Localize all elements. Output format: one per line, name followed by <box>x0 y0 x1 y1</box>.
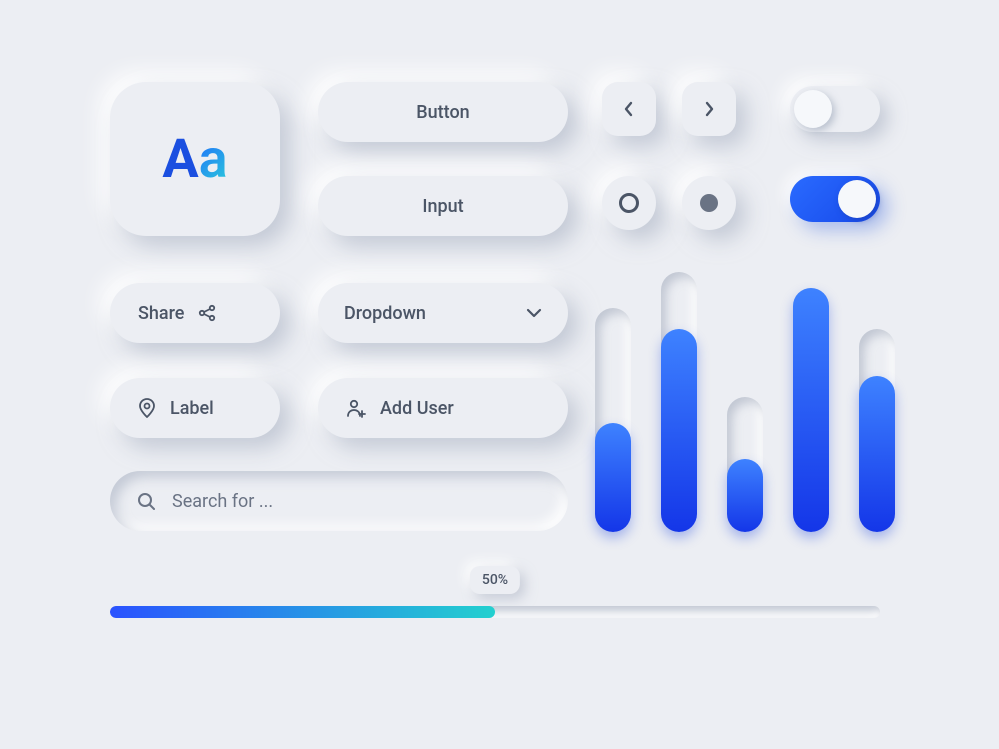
progress-fill <box>110 606 495 618</box>
input-button-label: Input <box>422 196 463 217</box>
dropdown-button[interactable]: Dropdown <box>318 283 568 343</box>
radio-selected[interactable] <box>682 176 736 230</box>
toggle-knob <box>794 90 832 128</box>
progress-bar[interactable]: 50% <box>110 606 880 618</box>
add-user-button-label: Add User <box>380 398 454 419</box>
progress-tooltip: 50% <box>470 566 520 594</box>
toggle-off[interactable] <box>790 86 880 132</box>
radio-dot-icon <box>700 194 718 212</box>
chart-bar-fill <box>859 376 895 532</box>
search-input[interactable]: Search for ... <box>110 471 568 531</box>
dropdown-label: Dropdown <box>344 303 426 324</box>
input-button[interactable]: Input <box>318 176 568 236</box>
add-user-icon <box>346 398 366 418</box>
label-button[interactable]: Label <box>110 378 280 438</box>
share-icon <box>198 304 216 322</box>
toggle-on[interactable] <box>790 176 880 222</box>
search-placeholder: Search for ... <box>172 491 273 512</box>
radio-ring-icon <box>619 193 639 213</box>
chart-bar-fill <box>661 329 697 532</box>
search-icon <box>136 491 156 511</box>
primary-button[interactable]: Button <box>318 82 568 142</box>
chart-bar-fill <box>595 423 631 532</box>
toggle-knob <box>838 180 876 218</box>
prev-button[interactable] <box>602 82 656 136</box>
share-button-label: Share <box>138 303 184 324</box>
location-pin-icon <box>138 398 156 418</box>
chevron-right-icon <box>703 101 715 117</box>
typography-tile: A a <box>110 82 280 236</box>
letter-lower: a <box>199 128 228 191</box>
add-user-button[interactable]: Add User <box>318 378 568 438</box>
chart-bar-fill <box>727 459 763 532</box>
bar-chart <box>595 272 895 532</box>
radio-unselected[interactable] <box>602 176 656 230</box>
chevron-down-icon <box>526 307 542 319</box>
next-button[interactable] <box>682 82 736 136</box>
progress-value: 50% <box>482 572 508 588</box>
label-button-label: Label <box>170 398 214 419</box>
share-button[interactable]: Share <box>110 283 280 343</box>
chevron-left-icon <box>623 101 635 117</box>
letter-upper: A <box>162 128 198 191</box>
chart-bar-fill <box>793 288 829 532</box>
progress-track <box>110 606 880 618</box>
primary-button-label: Button <box>416 102 469 123</box>
